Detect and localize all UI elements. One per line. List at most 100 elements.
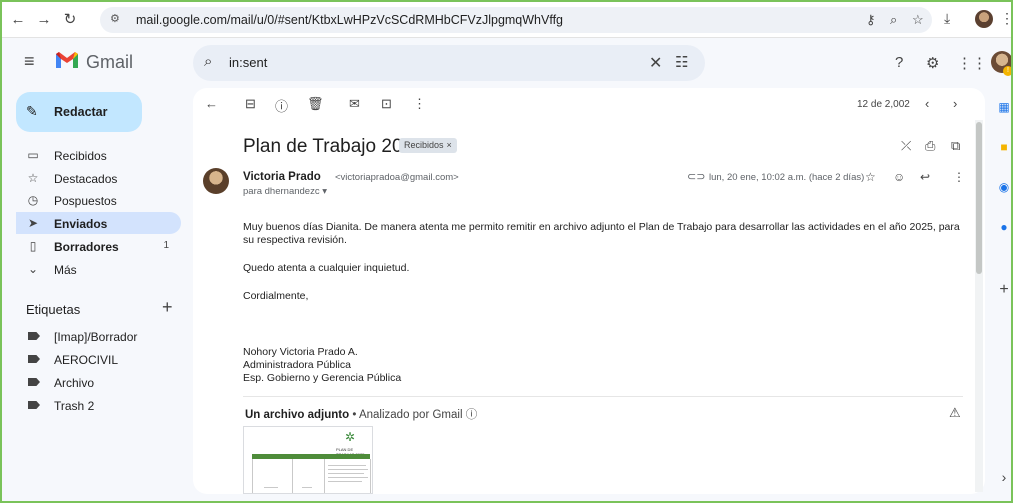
attachment-thumbnail[interactable]: ✲ PLAN DE TRABAJO 2025 <box>243 426 373 494</box>
apps-grid-icon[interactable]: ⋮⋮ <box>957 54 987 72</box>
sidebar-item-label: Enviados <box>54 217 108 231</box>
sidebar-item-sent[interactable]: ➤ Enviados <box>16 212 181 234</box>
search-options-icon[interactable]: ☷ <box>675 53 688 71</box>
address-bar[interactable]: ⚙ mail.google.com/mail/u/0/#sent/KtbxLwH… <box>100 7 932 33</box>
thumbnail-text-line <box>328 473 364 474</box>
remove-label-icon[interactable]: × <box>447 140 452 150</box>
reload-icon[interactable]: ↻ <box>60 10 80 30</box>
sidebar-item-inbox[interactable]: ▭ Recibidos <box>16 144 181 166</box>
scrollbar-thumb[interactable] <box>976 122 982 274</box>
report-spam-icon[interactable]: ⓘ <box>275 96 288 115</box>
forward-icon[interactable]: → <box>34 10 54 30</box>
main-menu-icon[interactable]: ≡ <box>24 51 35 72</box>
thumbnail-text-line <box>302 487 312 488</box>
gmail-logo-icon[interactable] <box>54 50 80 70</box>
thumbnail-grid-line <box>292 459 293 493</box>
newer-chevron-icon[interactable]: ‹ <box>925 96 929 111</box>
bookmark-star-icon[interactable]: ☆ <box>912 12 924 28</box>
keep-icon[interactable]: ■ <box>997 140 1011 154</box>
gmail-wordmark[interactable]: Gmail <box>86 52 133 73</box>
emoji-reaction-icon[interactable]: ☺ <box>893 170 905 184</box>
inbox-icon: ▭ <box>27 148 39 162</box>
settings-gear-icon[interactable]: ⚙ <box>926 54 939 72</box>
label-name: [Imap]/Borrador <box>54 330 138 344</box>
drafts-count: 1 <box>163 240 169 251</box>
search-icon[interactable]: ⌕ <box>204 53 212 70</box>
sidebar-item-more[interactable]: ⌄ Más <box>16 258 181 280</box>
clear-search-icon[interactable]: ✕ <box>649 53 662 73</box>
attachment-header: Un archivo adjunto • Analizado por Gmail… <box>245 406 477 422</box>
inbox-label-chip[interactable]: Recibidos × <box>399 138 457 153</box>
star-icon[interactable]: ☆ <box>865 170 876 184</box>
sidebar-item-snoozed[interactable]: ◷ Pospuestos <box>16 189 181 211</box>
label-tag-icon <box>28 401 40 409</box>
label-item[interactable]: AEROCIVIL <box>16 348 181 370</box>
browser-menu-icon[interactable]: ⋮ <box>1000 10 1013 27</box>
add-label-icon[interactable]: + <box>162 297 173 318</box>
contacts-icon[interactable]: ● <box>997 220 1011 234</box>
label-name: AEROCIVIL <box>54 353 119 367</box>
back-to-list-icon[interactable]: ← <box>205 96 218 111</box>
collapse-all-icon[interactable]: ⤫ <box>901 138 911 154</box>
chevron-down-icon: ⌄ <box>27 262 39 276</box>
thumbnail-text-line <box>264 487 278 488</box>
password-key-icon[interactable]: ⚷ <box>866 12 876 28</box>
attachment-separator: • <box>352 409 359 421</box>
open-new-window-icon[interactable]: ⧉ <box>951 138 960 154</box>
sidebar-item-drafts[interactable]: ▯ Borradores 1 <box>16 235 181 257</box>
browser-profile-avatar[interactable] <box>975 10 993 28</box>
calendar-icon[interactable]: ▦ <box>997 100 1011 114</box>
tasks-icon[interactable]: ◉ <box>997 180 1011 194</box>
archive-icon[interactable]: ⊟ <box>245 96 256 112</box>
avatar-badge-icon: ! <box>1003 66 1013 76</box>
signature-line: Administradora Pública <box>243 359 351 371</box>
label-tag-icon <box>28 378 40 386</box>
help-icon[interactable]: ? <box>895 54 903 71</box>
compose-button[interactable]: ✎ Redactar <box>16 92 142 132</box>
thumbnail-grid-line <box>324 459 325 493</box>
reply-icon[interactable]: ↩ <box>920 170 930 184</box>
label-tag-icon <box>28 332 40 340</box>
url-text[interactable]: mail.google.com/mail/u/0/#sent/KtbxLwHPz… <box>136 13 563 27</box>
clock-icon: ◷ <box>27 193 39 207</box>
move-to-icon[interactable]: ⊡ <box>381 96 392 112</box>
email-body-paragraph: Quedo atenta a cualquier inquietud. <box>243 262 410 274</box>
recipient-line[interactable]: para dhernandezc ▾ <box>243 186 327 197</box>
site-info-icon[interactable]: ⚙ <box>110 12 120 25</box>
search-bar[interactable]: ⌕ ✕ ☷ <box>193 45 705 81</box>
older-chevron-icon[interactable]: › <box>953 96 957 111</box>
add-to-drive-icon[interactable]: ⚠ <box>949 405 961 421</box>
sender-avatar[interactable] <box>203 168 229 194</box>
sidebar-item-starred[interactable]: ☆ Destacados <box>16 167 181 189</box>
expand-panel-icon[interactable]: › <box>997 470 1011 484</box>
print-icon[interactable]: ⎙ <box>925 138 935 154</box>
add-addon-icon[interactable]: + <box>997 282 1011 298</box>
label-item[interactable]: Archivo <box>16 371 181 393</box>
more-options-icon[interactable]: ⋮ <box>413 96 426 112</box>
recipient-dropdown-icon[interactable]: ▾ <box>322 186 327 197</box>
draft-file-icon: ▯ <box>29 239 37 253</box>
signature-line: Esp. Gobierno y Gerencia Pública <box>243 372 402 384</box>
delete-icon[interactable]: 🗑 <box>307 96 324 112</box>
label-item[interactable]: [Imap]/Borrador <box>16 325 181 347</box>
back-icon[interactable]: ← <box>8 10 28 30</box>
info-icon[interactable]: ⓘ <box>466 409 478 421</box>
label-item[interactable]: Trash 2 <box>16 394 181 416</box>
email-date: lun, 20 ene, 10:02 a.m. (hace 2 días) <box>709 172 865 183</box>
sender-email: <victoriapradoa@gmail.com> <box>335 172 459 183</box>
message-more-icon[interactable]: ⋮ <box>953 170 965 184</box>
search-input[interactable] <box>229 55 629 70</box>
email-subject: Plan de Trabajo 2025 <box>243 136 424 157</box>
star-icon: ☆ <box>27 171 39 185</box>
email-view: ← ⊟ ⓘ 🗑 ✉ ⊡ ⋮ 12 de 2,002 ‹ › Plan de Tr… <box>193 88 985 494</box>
download-icon[interactable]: ⤓ <box>944 10 950 27</box>
sidebar-item-label: Más <box>54 263 77 277</box>
thumbnail-table-header <box>252 454 370 459</box>
thumbnail-text-line <box>328 477 368 478</box>
mark-unread-icon[interactable]: ✉ <box>349 96 360 112</box>
email-body-paragraph: Cordialmente, <box>243 290 309 302</box>
attachment-divider <box>243 396 963 397</box>
thumbnail-text-line <box>328 465 366 466</box>
zoom-icon[interactable]: ⌕ <box>890 12 897 28</box>
sender-name[interactable]: Victoria Prado <box>243 171 321 183</box>
